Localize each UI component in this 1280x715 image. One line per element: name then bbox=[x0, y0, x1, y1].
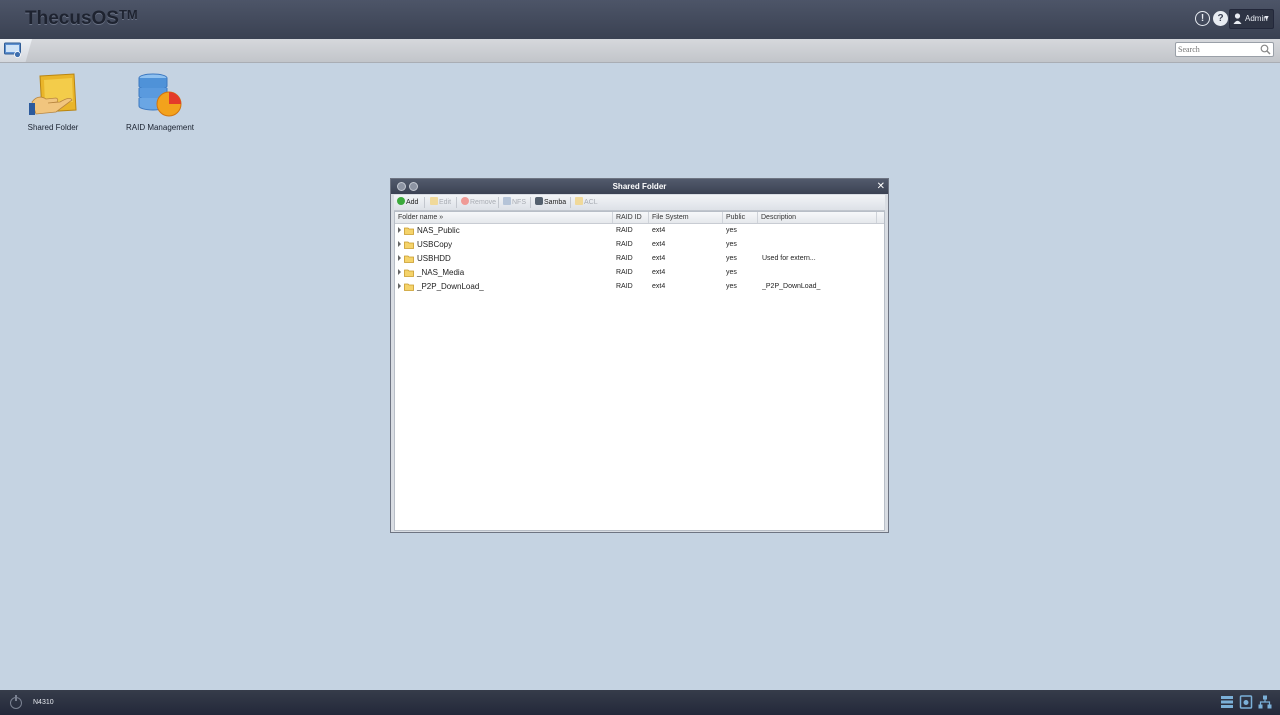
expand-icon[interactable] bbox=[398, 241, 401, 247]
table-row[interactable]: _NAS_Media RAID ext4 yes bbox=[395, 266, 884, 280]
column-header-public[interactable]: Public bbox=[723, 212, 758, 223]
column-header-folder-name[interactable]: Folder name » bbox=[395, 212, 613, 223]
search-icon[interactable] bbox=[1260, 44, 1271, 55]
close-icon[interactable]: ✕ bbox=[877, 179, 885, 194]
public-cell: yes bbox=[726, 283, 737, 290]
disk-icon[interactable] bbox=[1239, 695, 1253, 709]
user-icon bbox=[1233, 13, 1242, 24]
folder-icon bbox=[404, 269, 414, 277]
raid-id-cell: RAID bbox=[616, 283, 633, 290]
description-cell: _P2P_DownLoad_ bbox=[762, 283, 821, 290]
description-cell bbox=[762, 266, 877, 280]
folder-grid: Folder name » RAID ID File System Public… bbox=[394, 211, 885, 531]
window-title: Shared Folder bbox=[612, 182, 667, 191]
raid-management-icon bbox=[138, 73, 182, 117]
remove-icon bbox=[461, 197, 469, 205]
taskbar: N4310 bbox=[0, 690, 1280, 715]
folder-icon bbox=[404, 227, 414, 235]
file-system-cell: ext4 bbox=[652, 227, 666, 234]
folder-name-cell: USBCopy bbox=[398, 238, 612, 252]
desktop-shortcut-raid-management[interactable]: RAID Management bbox=[124, 72, 196, 132]
folder-name-cell: USBHDD bbox=[398, 252, 612, 266]
desktop-icon bbox=[4, 42, 21, 58]
description-cell bbox=[762, 224, 877, 238]
raid-id-cell: RAID bbox=[616, 241, 633, 248]
chevron-down-icon: ▼ bbox=[1263, 15, 1270, 22]
alert-icon[interactable]: ! bbox=[1195, 11, 1210, 26]
table-row[interactable]: NAS_Public RAID ext4 yes bbox=[395, 224, 884, 238]
shortcut-label: RAID Management bbox=[125, 123, 195, 132]
expand-icon[interactable] bbox=[398, 227, 401, 233]
folder-name-cell: NAS_Public bbox=[398, 224, 612, 238]
nfs-icon bbox=[503, 197, 511, 205]
folder-icon bbox=[404, 255, 414, 263]
grid-header: Folder name » RAID ID File System Public… bbox=[395, 212, 884, 224]
device-model: N4310 bbox=[33, 699, 54, 706]
table-row[interactable]: _P2P_DownLoad_ RAID ext4 yes _P2P_DownLoad_ bbox=[395, 280, 884, 294]
window-toolbar: Add Edit Remove NFS Samba ACL bbox=[394, 195, 885, 211]
table-row[interactable]: USBCopy RAID ext4 yes bbox=[395, 238, 884, 252]
folder-icon bbox=[404, 241, 414, 249]
folder-icon bbox=[404, 283, 414, 291]
thecus-logo: ThecusOSTM bbox=[25, 7, 138, 29]
add-button[interactable]: Add bbox=[397, 196, 418, 209]
folder-name-cell: _NAS_Media bbox=[398, 266, 612, 280]
desktop-tab[interactable] bbox=[0, 39, 32, 62]
expand-icon[interactable] bbox=[398, 283, 401, 289]
shared-folder-icon bbox=[29, 73, 77, 115]
minimize-icon[interactable] bbox=[397, 182, 406, 191]
raid-id-cell: RAID bbox=[616, 227, 633, 234]
samba-button[interactable]: Samba bbox=[535, 196, 566, 209]
maximize-icon[interactable] bbox=[409, 182, 418, 191]
search-input[interactable] bbox=[1178, 43, 1258, 56]
help-icon[interactable]: ? bbox=[1213, 11, 1228, 26]
acl-icon bbox=[575, 197, 583, 205]
edit-button[interactable]: Edit bbox=[430, 196, 451, 209]
top-bar: ThecusOSTM ! ? Admin ▼ bbox=[0, 0, 1280, 39]
storage-icon[interactable] bbox=[1220, 695, 1234, 709]
app-tab-bar bbox=[0, 39, 1280, 63]
desktop-shortcut-shared-folder[interactable]: Shared Folder bbox=[20, 72, 86, 132]
table-row[interactable]: USBHDD RAID ext4 yes Used for extern... bbox=[395, 252, 884, 266]
expand-icon[interactable] bbox=[398, 269, 401, 275]
power-icon[interactable] bbox=[10, 695, 22, 709]
file-system-cell: ext4 bbox=[652, 255, 666, 262]
folder-name-cell: _P2P_DownLoad_ bbox=[398, 280, 612, 294]
edit-icon bbox=[430, 197, 438, 205]
remove-button[interactable]: Remove bbox=[461, 196, 496, 209]
column-header-raid-id[interactable]: RAID ID bbox=[613, 212, 649, 223]
public-cell: yes bbox=[726, 255, 737, 262]
file-system-cell: ext4 bbox=[652, 241, 666, 248]
search-box[interactable] bbox=[1175, 42, 1274, 57]
nfs-button[interactable]: NFS bbox=[503, 196, 526, 209]
description-cell: Used for extern... bbox=[762, 255, 816, 262]
public-cell: yes bbox=[726, 227, 737, 234]
shared-folder-window: Shared Folder ✕ Add Edit Remove NFS Samb… bbox=[390, 178, 889, 533]
column-header-description[interactable]: Description bbox=[758, 212, 877, 223]
expand-icon[interactable] bbox=[398, 255, 401, 261]
public-cell: yes bbox=[726, 269, 737, 276]
add-icon bbox=[397, 197, 405, 205]
file-system-cell: ext4 bbox=[652, 283, 666, 290]
shortcut-label: Shared Folder bbox=[27, 123, 79, 132]
file-system-cell: ext4 bbox=[652, 269, 666, 276]
window-title-bar[interactable]: Shared Folder ✕ bbox=[391, 179, 888, 194]
network-icon[interactable] bbox=[1258, 695, 1272, 709]
samba-icon bbox=[535, 197, 543, 205]
description-cell bbox=[762, 238, 877, 252]
public-cell: yes bbox=[726, 241, 737, 248]
user-menu-button[interactable]: Admin ▼ bbox=[1229, 9, 1274, 29]
raid-id-cell: RAID bbox=[616, 269, 633, 276]
raid-id-cell: RAID bbox=[616, 255, 633, 262]
column-header-file-system[interactable]: File System bbox=[649, 212, 723, 223]
acl-button[interactable]: ACL bbox=[575, 196, 598, 209]
